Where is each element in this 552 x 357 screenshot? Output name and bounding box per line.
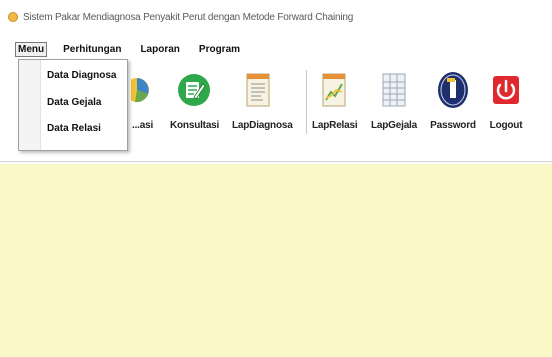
menu-program[interactable]: Program (196, 42, 243, 57)
password-icon (438, 72, 468, 108)
menu-item-data-gejala[interactable]: Data Gejala (47, 97, 101, 108)
menu-laporan[interactable]: Laporan (137, 42, 182, 57)
toolbar-label: Konsultasi (170, 120, 220, 131)
toolbar-item-konsultasi[interactable]: Konsultasi (170, 62, 220, 131)
dropdown-gutter (19, 60, 41, 150)
edit-document-icon (178, 74, 210, 106)
power-icon (493, 76, 519, 104)
toolbar-item-relasi[interactable]: ...asi (128, 62, 168, 131)
report-document-icon (246, 73, 270, 107)
toolbar-label: LapDiagnosa (232, 120, 293, 131)
window-title: Sistem Pakar Mendiagnosa Penyakit Perut … (23, 11, 354, 23)
toolbar-item-lapdiagnosa[interactable]: LapDiagnosa (232, 62, 293, 131)
menu-dropdown: Data Diagnosa Data Gejala Data Relasi (18, 59, 128, 151)
toolbar-item-logout[interactable]: Logout (484, 62, 528, 131)
main-workspace (0, 164, 552, 357)
menu-bar: Menu Perhitungan Laporan Program (0, 38, 552, 60)
toolbar-label: LapRelasi (312, 120, 358, 131)
title-bar: Sistem Pakar Mendiagnosa Penyakit Perut … (0, 0, 552, 34)
spreadsheet-icon (382, 73, 406, 107)
toolbar-label: Logout (489, 120, 523, 131)
menu-item-data-relasi[interactable]: Data Relasi (47, 123, 101, 134)
menu-perhitungan[interactable]: Perhitungan (60, 42, 124, 57)
toolbar-label: Password (430, 120, 476, 131)
toolbar-separator (306, 70, 307, 134)
app-icon (8, 12, 18, 22)
toolbar-item-lapgejala[interactable]: LapGejala (370, 62, 418, 131)
toolbar-item-password[interactable]: Password (428, 62, 478, 131)
toolbar-label: LapGejala (371, 120, 417, 131)
toolbar-label: ...asi (132, 120, 154, 131)
menu-menu[interactable]: Menu (15, 41, 48, 57)
pie-chart-icon (131, 78, 149, 103)
toolbar-item-laprelasi[interactable]: LapRelasi (312, 62, 358, 131)
chart-document-icon (322, 73, 346, 107)
menu-item-data-diagnosa[interactable]: Data Diagnosa (47, 70, 116, 81)
